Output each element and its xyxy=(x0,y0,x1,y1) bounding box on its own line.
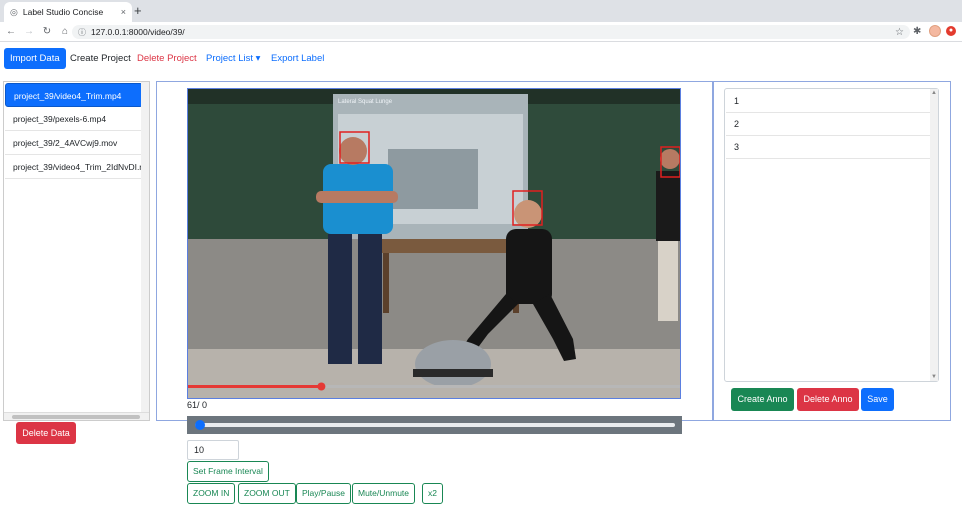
file-list-panel: project_39/video4_Trim.mp4 project_39/pe… xyxy=(3,81,150,421)
video-progress-fill xyxy=(188,385,322,388)
scroll-down-icon[interactable]: ▼ xyxy=(930,374,938,380)
browser-tabstrip: ◎ Label Studio Concise × + xyxy=(0,0,962,22)
new-tab-button[interactable]: + xyxy=(134,3,142,18)
bookmark-star-icon[interactable]: ☆ xyxy=(895,27,904,38)
delete-data-button[interactable]: Delete Data xyxy=(16,422,76,444)
create-project-link[interactable]: Create Project xyxy=(64,48,137,69)
speed-x2-button[interactable]: x2 xyxy=(422,483,443,504)
zoom-in-button[interactable]: ZOOM IN xyxy=(187,483,236,504)
video-frame: Lateral Squat Lunge xyxy=(188,89,680,398)
scroll-up-icon[interactable]: ▲ xyxy=(930,90,938,96)
video-banner-text: Lateral Squat Lunge xyxy=(338,99,393,105)
file-item[interactable]: project_39/video4_Trim_2IdNvDI.mp4 xyxy=(5,155,143,179)
save-button[interactable]: Save xyxy=(861,388,894,411)
import-data-button[interactable]: Import Data xyxy=(4,48,66,69)
annotation-list-vscrollbar[interactable]: ▲ ▼ xyxy=(930,89,938,381)
frame-slider[interactable] xyxy=(187,416,682,434)
slider-thumb[interactable] xyxy=(195,420,205,430)
annotation-list: 1 2 3 ▲ ▼ xyxy=(724,88,939,382)
annotation-item[interactable]: 1 xyxy=(726,90,930,113)
url-field[interactable]: ⓘ 127.0.0.1:8000/video/39/ ☆ xyxy=(72,25,910,39)
video-player[interactable]: Lateral Squat Lunge xyxy=(187,88,681,399)
delete-project-link[interactable]: Delete Project xyxy=(131,48,203,69)
project-list-dropdown[interactable]: Project List ▾ xyxy=(200,48,266,69)
scroll-thumb[interactable] xyxy=(12,415,140,419)
file-list-hscrollbar[interactable] xyxy=(4,412,149,420)
zoom-out-button[interactable]: ZOOM OUT xyxy=(238,483,296,504)
annotation-item[interactable]: 3 xyxy=(726,136,930,159)
browser-tab[interactable]: ◎ Label Studio Concise × xyxy=(4,2,132,22)
extension-red-icon[interactable]: ● xyxy=(946,26,956,36)
back-icon[interactable]: ← xyxy=(4,26,18,37)
reload-icon[interactable]: ↻ xyxy=(40,26,54,37)
tab-title: Label Studio Concise xyxy=(22,7,104,17)
frame-interval-input[interactable]: 10 xyxy=(187,440,239,460)
file-list-vscrollbar[interactable] xyxy=(141,82,149,412)
file-item[interactable]: project_39/video4_Trim.mp4 xyxy=(5,83,143,107)
profile-avatar[interactable] xyxy=(929,25,941,37)
export-label-link[interactable]: Export Label xyxy=(265,48,330,69)
site-info-icon[interactable]: ⓘ xyxy=(78,27,86,38)
create-anno-button[interactable]: Create Anno xyxy=(731,388,794,411)
video-progress-knob xyxy=(317,382,326,391)
url-text: 127.0.0.1:8000/video/39/ xyxy=(91,27,185,37)
file-item[interactable]: project_39/pexels-6.mp4 xyxy=(5,107,143,131)
frame-counter: 61/ 0 xyxy=(187,400,208,410)
home-icon[interactable]: ⌂ xyxy=(58,26,72,37)
annotation-item[interactable]: 2 xyxy=(726,113,930,136)
tab-close-icon[interactable]: × xyxy=(121,7,126,17)
address-bar: ← → ↻ ⌂ ⓘ 127.0.0.1:8000/video/39/ ☆ xyxy=(0,22,962,42)
globe-icon: ◎ xyxy=(10,6,18,17)
file-item[interactable]: project_39/2_4AVCwj9.mov xyxy=(5,131,143,155)
extensions-puzzle-icon[interactable]: ✱ xyxy=(913,26,921,37)
forward-icon[interactable]: → xyxy=(22,26,36,37)
set-frame-interval-button[interactable]: Set Frame Interval xyxy=(187,461,269,482)
slider-rail[interactable] xyxy=(195,423,675,427)
delete-anno-button[interactable]: Delete Anno xyxy=(797,388,859,411)
play-pause-button[interactable]: Play/Pause xyxy=(296,483,351,504)
mute-unmute-button[interactable]: Mute/Unmute xyxy=(352,483,416,504)
